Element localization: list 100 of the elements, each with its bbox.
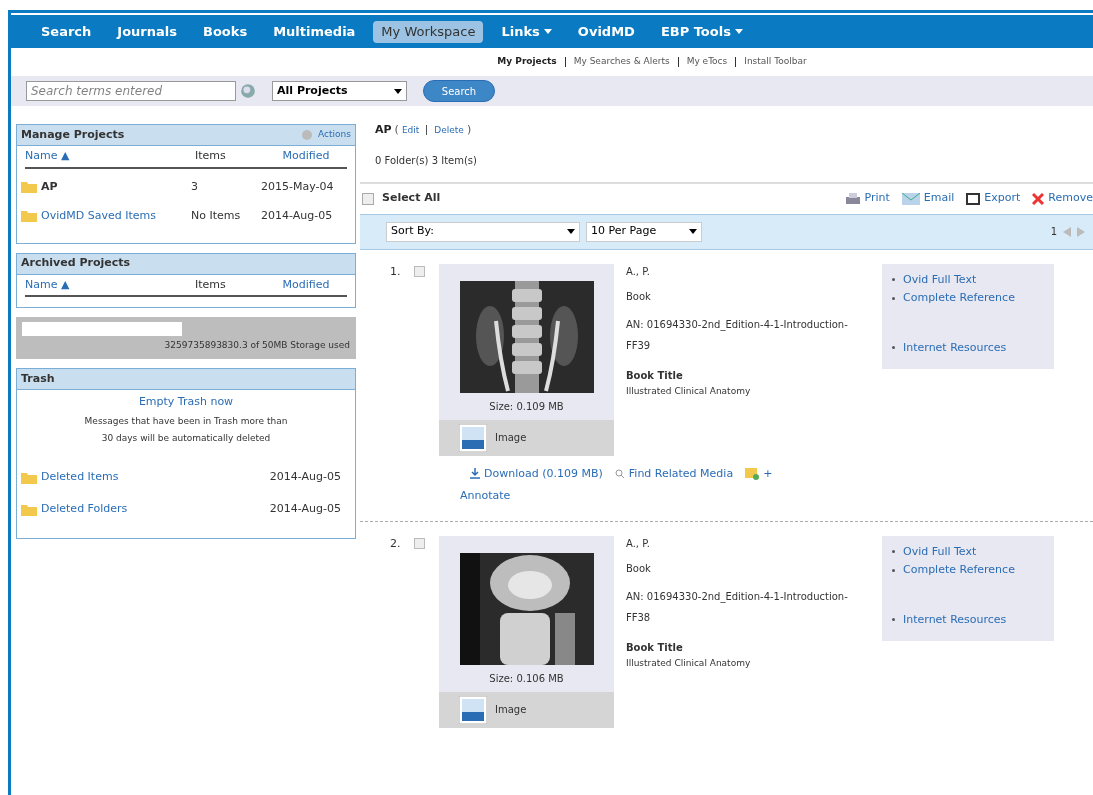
paren: ( [394,122,399,138]
trash-folder-link[interactable]: Deleted Folders [41,501,128,518]
search-field[interactable]: Search terms entered [26,81,236,101]
item-counts: 0 Folder(s) 3 Item(s) [374,153,478,168]
search-icon[interactable] [240,83,256,99]
search-button[interactable]: Search [423,80,495,102]
image-icon [459,695,487,724]
subnav-link[interactable]: Install Toolbar [744,55,807,69]
resource-link[interactable]: Complete Reference [892,290,1054,307]
book-title: Illustrated Clinical Anatomy [626,656,752,670]
envelope-icon [901,192,920,205]
arrow-left-icon[interactable] [1063,226,1071,237]
title-label: Book Title [626,368,684,383]
caret-icon [394,88,402,94]
book-title: Illustrated Clinical Anatomy [626,384,752,398]
publication-type: Book [626,289,652,304]
nav-tab[interactable]: My Workspace [373,20,484,43]
actions-link[interactable]: Actions [318,128,351,142]
download-link[interactable]: Download (0.109 MB) [470,465,603,482]
image-icon [459,423,487,452]
nav-tab[interactable]: Search [33,20,100,43]
export-icon [966,192,981,205]
resource-link[interactable]: Complete Reference [892,562,1054,579]
paren: ) [466,122,472,138]
caret-icon [567,229,575,234]
trash-note: Messages that have been in Trash more than [84,414,288,428]
arrow-right-icon[interactable] [1077,226,1085,237]
edit-link[interactable]: Edit [401,123,420,137]
annotate-link[interactable]: Annotate [460,488,880,505]
toolbar-link[interactable]: Print [844,190,890,207]
title-label: Book Title [626,640,684,655]
checkbox[interactable] [414,537,425,549]
column-header[interactable]: Name ▲ [25,148,195,165]
media-type: Image [495,431,527,445]
checkbox[interactable] [362,192,374,205]
column-header[interactable]: Modified [265,276,347,293]
accession-number: AN: 01694330-2nd_Edition-4-1-Introduction-FF39 [626,317,849,353]
page-number: 1 [1050,225,1057,239]
select-all-label: Select All [382,190,441,207]
subnav-link[interactable]: My Projects [497,55,557,69]
toolbar-link[interactable]: Export [966,190,1021,207]
resource-link[interactable]: Internet Resources [892,339,1054,356]
modified-date: 2014-Aug-05 [269,501,341,518]
toolbar-link[interactable]: Remove [1032,190,1093,207]
per-page-select[interactable]: 10 Per Page [586,221,702,242]
column-header[interactable]: Modified [265,148,347,165]
toolbar-link[interactable]: Email [901,190,955,207]
media-type: Image [495,703,527,717]
record-number: 2. [390,535,402,552]
modified-date: 2014-Aug-05 [269,469,341,486]
project-link[interactable]: OvidMD Saved Items [41,207,156,225]
resource-link[interactable]: Internet Resources [892,611,1054,628]
folder-icon [21,181,37,193]
sort-select[interactable]: Sort By: [386,221,580,242]
remove-icon [1032,192,1045,205]
author: A., P. [626,536,651,551]
resource-link[interactable]: Ovid Full Text [892,271,1054,288]
caret-icon [689,229,697,234]
item-count: 3 [191,178,199,195]
column-header: Items [195,148,227,164]
search-icon [614,468,625,479]
note-icon [745,467,760,480]
nav-tab[interactable]: Links [493,20,560,43]
author: A., P. [626,264,651,279]
column-header: Items [195,276,227,293]
resource-link[interactable]: Ovid Full Text [892,543,1054,560]
panel-title: Manage Projects [21,126,125,143]
publication-type: Book [626,561,652,576]
subnav-link[interactable]: My Searches & Alerts [573,55,670,69]
panel-title: Archived Projects [21,255,130,272]
caret-icon [543,29,552,34]
storage-text: 3259735893830.3 of 50MB Storage used [164,339,350,352]
folder-icon [21,503,37,516]
item-count: No Items [191,207,242,224]
caret-icon [734,29,743,34]
project-link[interactable]: AP [41,178,58,196]
nav-tab[interactable]: Books [195,20,256,43]
project-select[interactable]: All Projects [272,81,407,101]
nav-tab[interactable]: Journals [109,20,185,43]
modified-date: 2014-Aug-05 [261,207,334,224]
checkbox[interactable] [414,265,425,277]
panel-title: Trash [21,370,55,387]
trash-note: 30 days will be automatically deleted [101,432,271,445]
trash-folder-link[interactable]: Deleted Items [41,469,119,486]
subnav-link[interactable]: My eTocs [686,55,728,69]
gear-icon [300,129,315,141]
column-header[interactable]: Name ▲ [25,276,195,293]
delete-link[interactable]: Delete [434,123,464,137]
nav-tab[interactable]: OvidMD [569,20,643,43]
nav-tab[interactable]: EBP Tools [652,20,751,43]
accession-number: AN: 01694330-2nd_Edition-4-1-Introduction-FF38 [626,589,849,625]
empty-trash-link[interactable]: Empty Trash now [138,394,234,411]
folder-icon [21,471,37,484]
nav-tab[interactable]: Multimedia [265,20,364,43]
download-icon [470,468,480,480]
folder-icon [21,210,37,222]
file-size: Size: 0.106 MB [489,671,564,686]
modified-date: 2015-May-04 [261,178,335,195]
plus-sign: + [763,465,773,482]
related-media-link[interactable]: Find Related Media [614,465,734,482]
